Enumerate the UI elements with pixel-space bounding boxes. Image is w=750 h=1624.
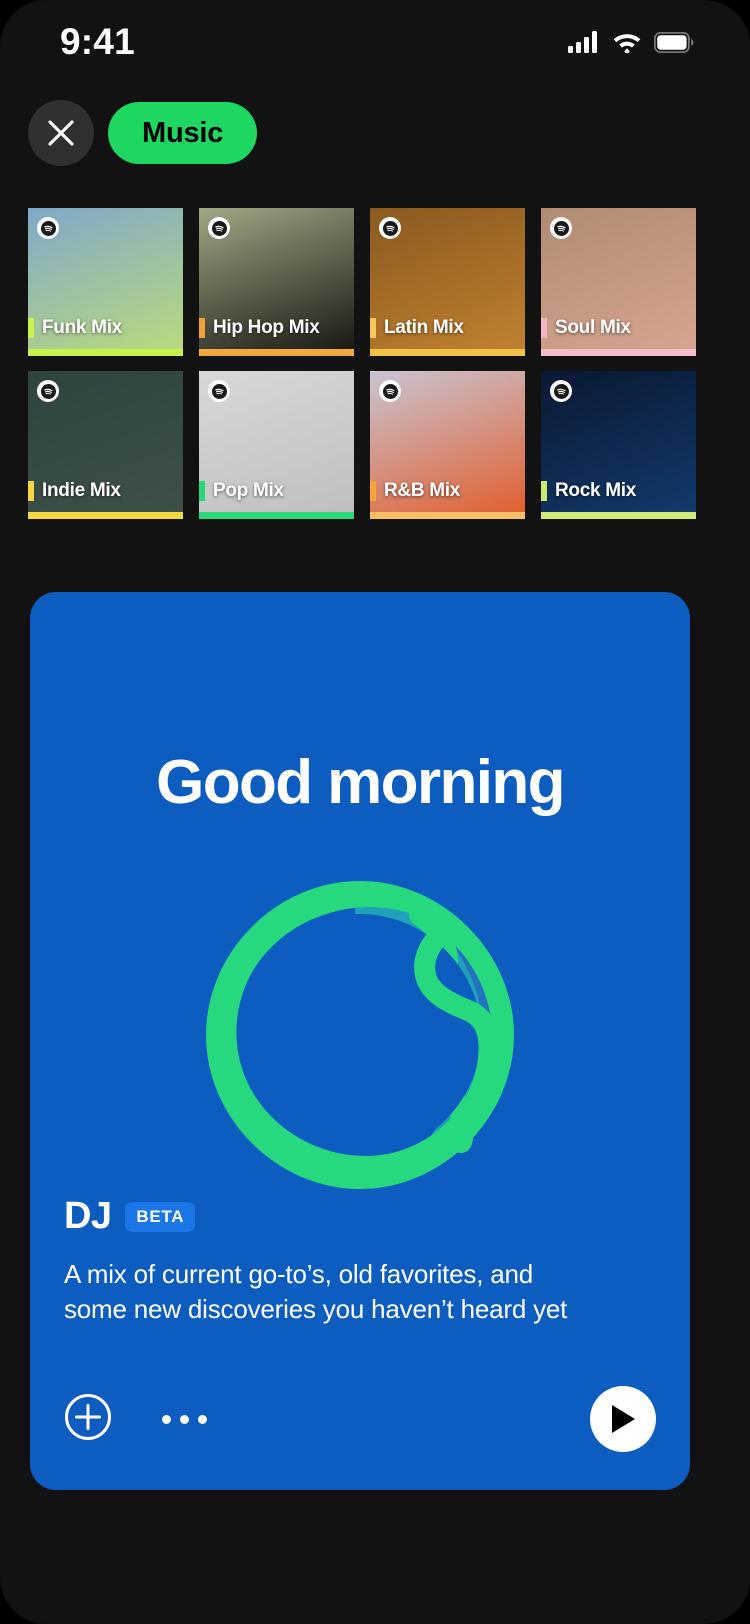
spotify-logo-icon <box>208 217 230 239</box>
spotify-logo-icon <box>208 380 230 402</box>
mix-bottom-stripe <box>28 512 183 519</box>
spotify-logo-icon <box>37 217 59 239</box>
mix-title: Soul Mix <box>555 317 631 338</box>
mix-bottom-stripe <box>28 349 183 356</box>
spotify-logo-icon <box>379 380 401 402</box>
filter-chip-label: Music <box>142 116 224 149</box>
mix-artwork: Rock Mix <box>541 371 696 512</box>
mix-accent-bar <box>541 318 547 338</box>
mix-label-row: Rock Mix <box>541 480 696 502</box>
spotify-logo-icon <box>379 217 401 239</box>
mix-artwork: Soul Mix <box>541 208 696 349</box>
mix-card[interactable]: Indie Mix <box>28 371 183 519</box>
play-button[interactable] <box>590 1386 656 1452</box>
mix-accent-bar <box>370 481 376 501</box>
play-icon <box>612 1405 635 1433</box>
dj-greeting: Good morning <box>156 748 565 817</box>
mix-accent-bar <box>199 481 205 501</box>
mix-bottom-stripe <box>370 349 525 356</box>
mix-bottom-stripe <box>199 512 354 519</box>
mix-card[interactable]: Hip Hop Mix <box>199 208 354 356</box>
mix-title: Funk Mix <box>42 317 122 338</box>
mix-title: R&B Mix <box>384 480 461 501</box>
dj-actions <box>64 1386 656 1452</box>
more-options-icon <box>162 1414 171 1424</box>
dj-meta: DJ BETA A mix of current go-to’s, old fa… <box>64 1195 574 1326</box>
mix-bottom-stripe <box>199 349 354 356</box>
mix-title: Latin Mix <box>384 317 464 338</box>
dj-card[interactable]: Good morning DJ BETA A mix of current go… <box>30 592 690 1490</box>
plus-circle-icon <box>65 1393 111 1440</box>
add-button[interactable] <box>64 1393 112 1446</box>
status-bar-icons <box>568 31 694 53</box>
mix-artwork: Indie Mix <box>28 371 183 512</box>
mix-grid: Funk Mix Hip Hop Mix Latin Mix Soul Mix Indi… <box>28 208 722 519</box>
mix-label-row: Indie Mix <box>28 480 183 502</box>
mix-card[interactable]: Latin Mix <box>370 208 525 356</box>
mix-accent-bar <box>370 318 376 338</box>
mix-bottom-stripe <box>370 512 525 519</box>
mix-accent-bar <box>199 318 205 338</box>
mix-card[interactable]: Pop Mix <box>199 371 354 519</box>
more-options-icon <box>180 1414 189 1424</box>
mix-artwork: Funk Mix <box>28 208 183 349</box>
mix-title: Pop Mix <box>213 480 284 501</box>
mix-title: Hip Hop Mix <box>213 317 320 338</box>
mix-bottom-stripe <box>541 512 696 519</box>
mix-bottom-stripe <box>541 349 696 356</box>
filter-chip-music[interactable]: Music <box>108 102 258 164</box>
mix-accent-bar <box>28 481 34 501</box>
wifi-icon <box>613 34 641 53</box>
dj-orb <box>30 870 690 1200</box>
spotify-logo-icon <box>550 380 572 402</box>
status-bar-clock: 9:41 <box>60 21 135 62</box>
close-icon <box>48 120 74 146</box>
mix-card[interactable]: Soul Mix <box>541 208 696 356</box>
mix-card[interactable]: R&B Mix <box>370 371 525 519</box>
more-options-button[interactable] <box>162 1414 207 1424</box>
mix-artwork: R&B Mix <box>370 371 525 512</box>
mix-card[interactable]: Rock Mix <box>541 371 696 519</box>
mix-label-row: Funk Mix <box>28 317 183 339</box>
spotify-logo-icon <box>550 217 572 239</box>
battery-icon <box>654 31 694 53</box>
dj-title: DJ <box>64 1195 112 1238</box>
header: Music <box>28 100 258 166</box>
mix-label-row: R&B Mix <box>370 480 525 502</box>
close-button[interactable] <box>28 100 94 166</box>
mix-label-row: Latin Mix <box>370 317 525 339</box>
mix-label-row: Soul Mix <box>541 317 696 339</box>
dj-orb-icon <box>205 880 515 1190</box>
spotify-logo-icon <box>37 380 59 402</box>
dj-description: A mix of current go-to’s, old favorites,… <box>64 1259 568 1324</box>
mix-card[interactable]: Funk Mix <box>28 208 183 356</box>
more-options-icon <box>198 1414 207 1424</box>
mix-artwork: Pop Mix <box>199 371 354 512</box>
mix-artwork: Hip Hop Mix <box>199 208 354 349</box>
dj-name-row: DJ BETA <box>64 1195 574 1238</box>
mix-label-row: Pop Mix <box>199 480 354 502</box>
mix-artwork: Latin Mix <box>370 208 525 349</box>
mix-accent-bar <box>541 481 547 501</box>
phone-screen: 9:41 Music Funk Mix Hip Hop Mix Latin Mi… <box>0 0 750 1624</box>
beta-badge: BETA <box>125 1201 196 1232</box>
status-bar: 9:41 <box>0 0 750 84</box>
mix-title: Indie Mix <box>42 480 121 501</box>
mix-label-row: Hip Hop Mix <box>199 317 354 339</box>
mix-accent-bar <box>28 318 34 338</box>
mix-title: Rock Mix <box>555 480 637 501</box>
cellular-signal-icon <box>568 31 597 53</box>
